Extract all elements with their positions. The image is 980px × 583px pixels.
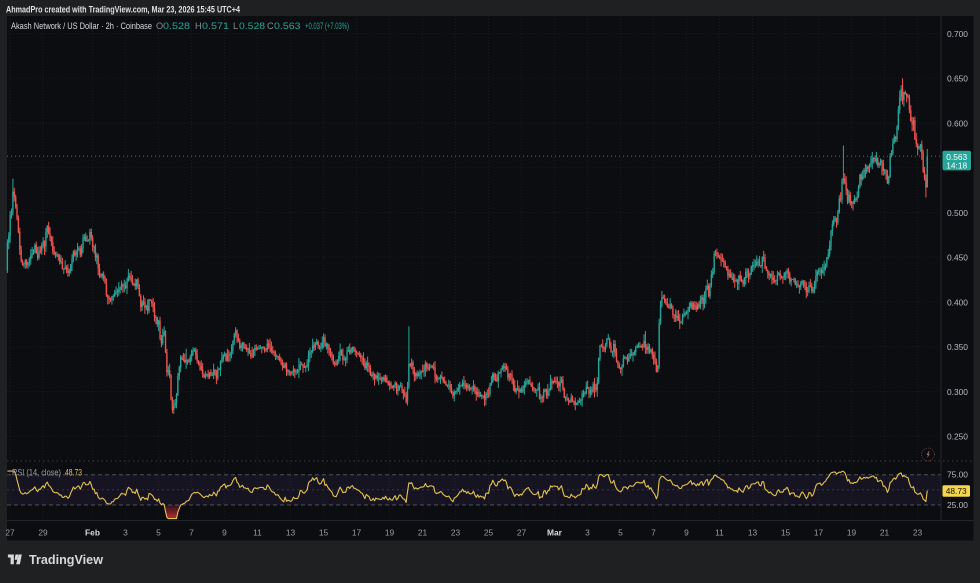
svg-text:0.450: 0.450 xyxy=(947,253,968,263)
svg-text:21: 21 xyxy=(880,528,890,538)
svg-text:27: 27 xyxy=(5,528,15,538)
svg-text:0.400: 0.400 xyxy=(947,297,968,307)
svg-text:0.600: 0.600 xyxy=(947,118,968,128)
svg-text:48.73: 48.73 xyxy=(946,486,967,496)
svg-text:0.528: 0.528 xyxy=(163,21,190,31)
svg-text:25: 25 xyxy=(484,528,494,538)
svg-text:5: 5 xyxy=(156,528,161,538)
svg-text:0.250: 0.250 xyxy=(947,432,968,442)
svg-text:29: 29 xyxy=(38,528,48,538)
svg-text:17: 17 xyxy=(352,528,362,538)
svg-text:0.563: 0.563 xyxy=(274,21,301,31)
svg-text:0.500: 0.500 xyxy=(947,208,968,218)
svg-text:3: 3 xyxy=(585,528,590,538)
svg-text:7: 7 xyxy=(189,528,194,538)
svg-text:Mar: Mar xyxy=(547,528,563,538)
svg-text:13: 13 xyxy=(748,528,758,538)
svg-text:0.350: 0.350 xyxy=(947,342,968,352)
svg-text:0.571: 0.571 xyxy=(202,21,229,31)
svg-text:14:18: 14:18 xyxy=(946,161,967,171)
svg-text:0.650: 0.650 xyxy=(947,74,968,84)
svg-text:13: 13 xyxy=(286,528,296,538)
svg-text:RSI (14, close): RSI (14, close) xyxy=(12,468,61,478)
svg-text:9: 9 xyxy=(684,528,689,538)
svg-text:11: 11 xyxy=(715,528,724,538)
svg-text:0.700: 0.700 xyxy=(947,29,968,39)
svg-text:AhmadPro created with TradingV: AhmadPro created with TradingView.com, M… xyxy=(6,5,240,15)
svg-text:27: 27 xyxy=(517,528,527,538)
svg-text:48.73: 48.73 xyxy=(65,468,82,478)
svg-text:11: 11 xyxy=(253,528,262,538)
svg-text:25.00: 25.00 xyxy=(947,500,968,510)
svg-text:0.300: 0.300 xyxy=(947,387,968,397)
svg-text:15: 15 xyxy=(319,528,329,538)
svg-text:Akash Network / US Dollar · 2h: Akash Network / US Dollar · 2h · Coinbas… xyxy=(11,21,152,31)
svg-text:5: 5 xyxy=(618,528,623,538)
svg-text:9: 9 xyxy=(222,528,227,538)
svg-text:17: 17 xyxy=(814,528,824,538)
svg-text:C: C xyxy=(267,21,274,31)
svg-text:H: H xyxy=(195,21,202,31)
svg-text:+0.037 (+7.03%): +0.037 (+7.03%) xyxy=(305,21,349,31)
svg-text:15: 15 xyxy=(781,528,791,538)
svg-text:TradingView: TradingView xyxy=(29,552,104,567)
svg-text:23: 23 xyxy=(451,528,461,538)
svg-text:23: 23 xyxy=(913,528,923,538)
svg-text:7: 7 xyxy=(651,528,656,538)
svg-text:21: 21 xyxy=(418,528,428,538)
svg-text:19: 19 xyxy=(385,528,395,538)
svg-text:3: 3 xyxy=(123,528,128,538)
svg-text:Feb: Feb xyxy=(85,528,100,538)
svg-text:19: 19 xyxy=(847,528,857,538)
svg-text:75.00: 75.00 xyxy=(947,470,968,480)
svg-text:0.528: 0.528 xyxy=(239,21,265,31)
svg-text:L: L xyxy=(233,21,238,31)
